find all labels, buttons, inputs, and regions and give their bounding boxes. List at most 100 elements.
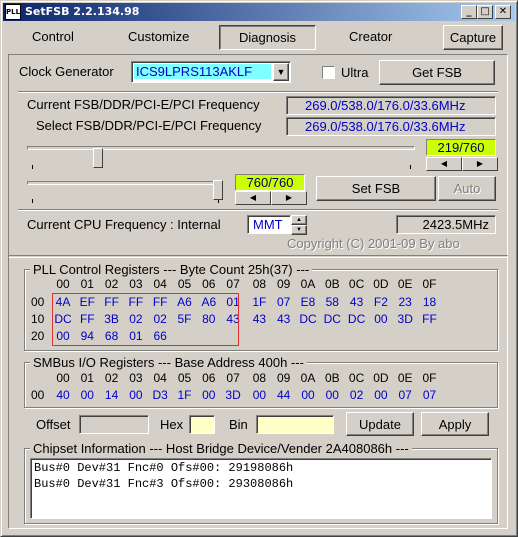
register-cell[interactable]: 43 <box>248 312 270 326</box>
column-header: 05 <box>177 277 192 291</box>
register-selection-box <box>52 293 239 346</box>
pll-slider-thumb[interactable] <box>213 180 223 200</box>
register-cell[interactable]: DC <box>321 312 343 326</box>
register-cell[interactable]: 43 <box>346 295 368 309</box>
register-cell[interactable]: DC <box>297 312 319 326</box>
register-cell[interactable]: 07 <box>394 388 416 402</box>
column-header: 06 <box>202 371 216 385</box>
update-button[interactable]: Update <box>346 412 414 436</box>
register-cell[interactable]: 00 <box>297 388 319 402</box>
register-cell[interactable]: 58 <box>321 295 343 309</box>
offset-label: Offset <box>36 417 71 432</box>
register-cell[interactable]: 18 <box>419 295 441 309</box>
fsb-slider-ticks <box>32 165 411 169</box>
column-header: 02 <box>104 371 119 385</box>
register-cell[interactable]: 1F <box>248 295 270 309</box>
column-header: 08 <box>252 371 267 385</box>
tab-creator[interactable]: Creator <box>349 29 392 44</box>
register-cell[interactable]: 14 <box>101 388 123 402</box>
ultra-label: Ultra <box>341 65 369 80</box>
capture-button[interactable]: Capture <box>443 25 503 50</box>
chevron-down-icon[interactable]: ▼ <box>273 63 289 81</box>
mode-down-icon[interactable]: ▼ <box>291 225 307 235</box>
close-button[interactable]: ✕ <box>495 5 511 19</box>
column-header: 07 <box>226 371 240 385</box>
fsb-slider-thumb[interactable] <box>93 148 104 168</box>
register-cell[interactable]: 00 <box>370 388 392 402</box>
cpu-frequency-value: 2423.5MHz <box>422 217 489 232</box>
maximize-button[interactable]: □ <box>477 5 493 19</box>
minimize-button[interactable]: _ <box>461 5 477 19</box>
tab-customize[interactable]: Customize <box>128 29 189 44</box>
register-cell[interactable]: E8 <box>297 295 319 309</box>
cpu-mode-field[interactable]: MMT <box>247 215 291 234</box>
ultra-checkbox[interactable] <box>322 66 335 79</box>
pll-slider-track[interactable] <box>27 181 223 185</box>
get-fsb-button[interactable]: Get FSB <box>379 60 495 85</box>
fsb-increase-button[interactable]: ▶ <box>462 157 498 171</box>
register-cell[interactable]: 40 <box>52 388 74 402</box>
register-cell[interactable]: 02 <box>346 388 368 402</box>
copyright-text: Copyright (C) 2001-09 By abo <box>287 236 460 251</box>
hex-input[interactable] <box>189 415 215 434</box>
register-cell[interactable]: FF <box>419 312 441 326</box>
auto-button[interactable]: Auto <box>438 176 496 201</box>
offset-field[interactable] <box>79 415 149 434</box>
slider-tick <box>410 165 411 169</box>
set-fsb-button[interactable]: Set FSB <box>316 176 436 201</box>
select-frequency-label: Select FSB/DDR/PCI-E/PCI Frequency <box>36 118 262 133</box>
register-cell[interactable]: 00 <box>76 388 98 402</box>
register-cell[interactable]: 07 <box>273 295 295 309</box>
tab-control[interactable]: Control <box>32 29 74 44</box>
column-header: 04 <box>153 371 167 385</box>
row-label: 00 <box>31 388 45 402</box>
register-cell[interactable]: 00 <box>370 312 392 326</box>
pll-decrease-button[interactable]: ◀ <box>235 191 271 205</box>
register-cell[interactable]: 3D <box>394 312 416 326</box>
fsb-slider-track[interactable] <box>27 146 415 150</box>
register-cell[interactable]: F2 <box>370 295 392 309</box>
fsb-decrease-button[interactable]: ◀ <box>426 157 462 171</box>
row-label: 00 <box>31 295 45 309</box>
slider-tick <box>32 165 33 169</box>
register-cell[interactable]: 3D <box>222 388 244 402</box>
divider <box>18 209 498 211</box>
column-header: 0B <box>324 277 340 291</box>
tab-diagnosis[interactable]: Diagnosis <box>219 25 316 50</box>
column-header: 0F <box>422 277 437 291</box>
register-cell[interactable]: D3 <box>149 388 171 402</box>
register-cell[interactable]: 1F <box>174 388 196 402</box>
register-cell[interactable]: 07 <box>419 388 441 402</box>
column-header: 0A <box>300 371 316 385</box>
column-header: 00 <box>56 277 70 291</box>
clock-generator-select[interactable]: ICS9LPRS113AKLF ▼ <box>131 61 291 83</box>
column-header: 0E <box>397 371 413 385</box>
mode-up-icon[interactable]: ▲ <box>291 215 307 225</box>
apply-button[interactable]: Apply <box>421 412 489 436</box>
column-header: 0E <box>397 277 413 291</box>
column-header: 08 <box>252 277 267 291</box>
column-header: 02 <box>104 277 119 291</box>
select-frequency-field: 269.0/538.0/176.0/33.6MHz <box>286 117 496 136</box>
register-cell[interactable]: 00 <box>198 388 220 402</box>
register-cell[interactable]: 00 <box>321 388 343 402</box>
clock-generator-value: ICS9LPRS113AKLF <box>136 64 253 79</box>
register-cell[interactable]: 43 <box>273 312 295 326</box>
column-header: 09 <box>277 277 291 291</box>
register-cell[interactable]: 23 <box>394 295 416 309</box>
pll-increase-button[interactable]: ▶ <box>271 191 307 205</box>
register-cell[interactable]: DC <box>346 312 368 326</box>
cpu-frequency-label: Current CPU Frequency : Internal <box>27 217 221 232</box>
column-header: 0D <box>373 277 389 291</box>
bin-input[interactable] <box>256 415 334 434</box>
title-bar[interactable]: PLL SetFSB 2.2.134.98 _ □ ✕ <box>3 3 515 21</box>
register-cell[interactable]: 44 <box>273 388 295 402</box>
register-cell[interactable]: 00 <box>125 388 147 402</box>
column-header: 00 <box>56 371 70 385</box>
current-frequency-label: Current FSB/DDR/PCI-E/PCI Frequency <box>27 97 260 112</box>
bin-label: Bin <box>229 417 248 432</box>
register-cell[interactable]: 00 <box>248 388 270 402</box>
column-header: 05 <box>177 371 192 385</box>
row-label: 10 <box>31 312 45 326</box>
fsb-slider-readout: 219/760 <box>426 139 496 156</box>
